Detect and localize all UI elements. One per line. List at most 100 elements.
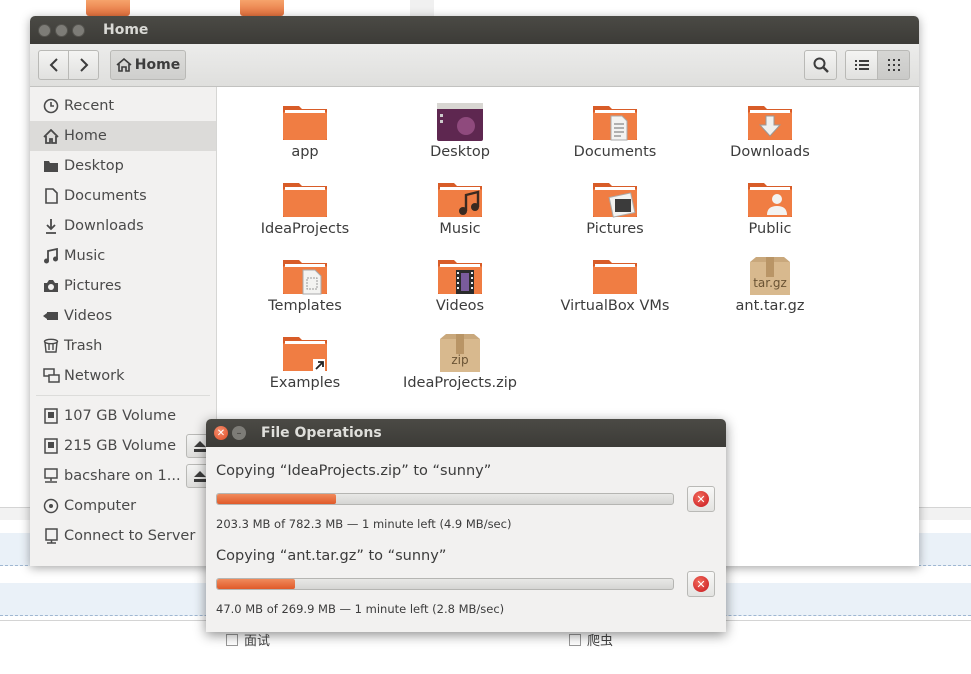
sidebar-item-recent[interactable]: Recent xyxy=(30,91,216,121)
file-item-app[interactable]: app xyxy=(230,102,380,160)
sidebar-item-label: Recent xyxy=(64,98,115,114)
grid-view-button[interactable] xyxy=(877,50,910,80)
file-label: ant.tar.gz xyxy=(735,298,805,314)
sidebar-item-documents[interactable]: Documents xyxy=(30,181,216,211)
drive-icon xyxy=(38,408,64,424)
sidebar-item-label: Music xyxy=(64,248,106,264)
sidebar-item-downloads[interactable]: Downloads xyxy=(30,211,216,241)
cancel-icon: ✕ xyxy=(693,491,709,507)
archive-icon: tar.gz xyxy=(746,256,794,296)
folder-link-icon xyxy=(281,333,329,373)
network-icon xyxy=(38,368,64,384)
file-label: IdeaProjects xyxy=(260,221,350,237)
sidebar-item-connect-to-server[interactable]: Connect to Server xyxy=(30,521,216,551)
window-titlebar[interactable]: Home xyxy=(30,16,919,44)
file-item-ant-tar-gz[interactable]: tar.gz ant.tar.gz xyxy=(695,256,845,314)
checkbox-box[interactable] xyxy=(569,633,581,646)
file-item-ideaprojects-zip[interactable]: zip IdeaProjects.zip xyxy=(385,333,535,391)
background-checkbox-right[interactable]: 爬虫 xyxy=(569,630,613,649)
file-label: Downloads xyxy=(730,144,810,160)
sidebar-item-music[interactable]: Music xyxy=(30,241,216,271)
sidebar-item-label: bacshare on 1... xyxy=(64,468,181,484)
dialog-title: File Operations xyxy=(261,425,382,441)
file-item-videos[interactable]: Videos xyxy=(385,256,535,314)
download-icon xyxy=(38,218,64,234)
checkbox-box[interactable] xyxy=(226,633,238,646)
home-icon xyxy=(116,58,132,72)
document-icon xyxy=(38,188,64,204)
sidebar-item-pictures[interactable]: Pictures xyxy=(30,271,216,301)
video-icon xyxy=(38,310,64,322)
folder-pictures-icon xyxy=(591,179,639,219)
sidebar-item-label: Computer xyxy=(64,498,137,514)
search-button[interactable] xyxy=(804,50,837,80)
file-label: Pictures xyxy=(586,221,644,237)
eject-icon xyxy=(194,440,206,452)
camera-icon xyxy=(38,279,64,293)
sidebar-item-home[interactable]: Home xyxy=(30,121,216,151)
sidebar-item-label: Network xyxy=(64,368,125,384)
sidebar-item-trash[interactable]: Trash xyxy=(30,331,216,361)
file-item-documents[interactable]: Documents xyxy=(540,102,690,160)
dialog-close-button[interactable]: ✕ xyxy=(214,426,228,440)
sidebar-item-label: Home xyxy=(64,128,107,144)
file-item-virtualbox-vms[interactable]: VirtualBox VMs xyxy=(540,256,690,314)
sidebar-item-label: Pictures xyxy=(64,278,122,294)
operation-detail: 47.0 MB of 269.9 MB — 1 minute left (2.8… xyxy=(216,602,505,616)
sidebar-item-videos[interactable]: Videos xyxy=(30,301,216,331)
folder-templates-icon xyxy=(281,256,329,296)
sidebar-item-label: Connect to Server xyxy=(64,528,196,544)
sidebar-item-label: Trash xyxy=(64,338,103,354)
path-bar-home[interactable]: Home xyxy=(110,50,186,80)
file-item-public[interactable]: Public xyxy=(695,179,845,237)
sidebar-item-label: Desktop xyxy=(64,158,124,174)
list-view-button[interactable] xyxy=(845,50,878,80)
path-bar-label: Home xyxy=(134,57,181,73)
sidebar-item-computer[interactable]: Computer xyxy=(30,491,216,521)
dialog-minimize-button[interactable]: – xyxy=(232,426,246,440)
window-minimize-button[interactable] xyxy=(55,23,68,37)
back-button[interactable] xyxy=(38,50,69,80)
sidebar-item-107gb-volume[interactable]: 107 GB Volume xyxy=(30,401,216,431)
operation-title: Copying “ant.tar.gz” to “sunny” xyxy=(216,548,447,564)
progress-fill xyxy=(217,494,336,504)
forward-button[interactable] xyxy=(68,50,99,80)
file-item-pictures[interactable]: Pictures xyxy=(540,179,690,237)
dialog-titlebar[interactable]: ✕ – File Operations xyxy=(206,419,726,447)
drive-icon xyxy=(38,438,64,454)
background-checkbox-left[interactable]: 面试 xyxy=(226,630,270,649)
progress-bar xyxy=(216,493,674,505)
cancel-operation-button[interactable]: ✕ xyxy=(687,486,715,512)
cancel-operation-button[interactable]: ✕ xyxy=(687,571,715,597)
folder-icon xyxy=(281,179,329,219)
file-item-templates[interactable]: Templates xyxy=(230,256,380,314)
archive-badge: zip xyxy=(451,353,469,367)
window-close-button[interactable] xyxy=(38,23,51,37)
file-label: IdeaProjects.zip xyxy=(403,375,517,391)
home-icon xyxy=(38,128,64,144)
sidebar-item-label: 215 GB Volume xyxy=(64,438,177,454)
sidebar: Recent Home Desktop Documents Downloads … xyxy=(30,87,217,566)
file-item-ideaprojects[interactable]: IdeaProjects xyxy=(230,179,380,237)
file-label: VirtualBox VMs xyxy=(560,298,670,314)
sidebar-item-label: Videos xyxy=(64,308,113,324)
toolbar: Home xyxy=(30,44,919,87)
sidebar-item-desktop[interactable]: Desktop xyxy=(30,151,216,181)
trash-icon xyxy=(38,338,64,354)
cancel-icon: ✕ xyxy=(693,576,709,592)
list-view-icon xyxy=(854,60,869,70)
sidebar-item-network[interactable]: Network xyxy=(30,361,216,391)
sidebar-item-label: 107 GB Volume xyxy=(64,408,177,424)
folder-downloads-icon xyxy=(746,102,794,142)
window-title: Home xyxy=(103,22,149,38)
file-item-downloads[interactable]: Downloads xyxy=(695,102,845,160)
file-item-music[interactable]: Music xyxy=(385,179,535,237)
clock-icon xyxy=(38,98,64,114)
window-maximize-button[interactable] xyxy=(72,23,85,37)
file-label: Examples xyxy=(269,375,341,391)
file-item-desktop[interactable]: Desktop xyxy=(385,102,535,160)
file-item-examples[interactable]: Examples xyxy=(230,333,380,391)
checkbox-label: 面试 xyxy=(244,634,271,649)
file-label: Music xyxy=(439,221,481,237)
file-label: Public xyxy=(748,221,792,237)
